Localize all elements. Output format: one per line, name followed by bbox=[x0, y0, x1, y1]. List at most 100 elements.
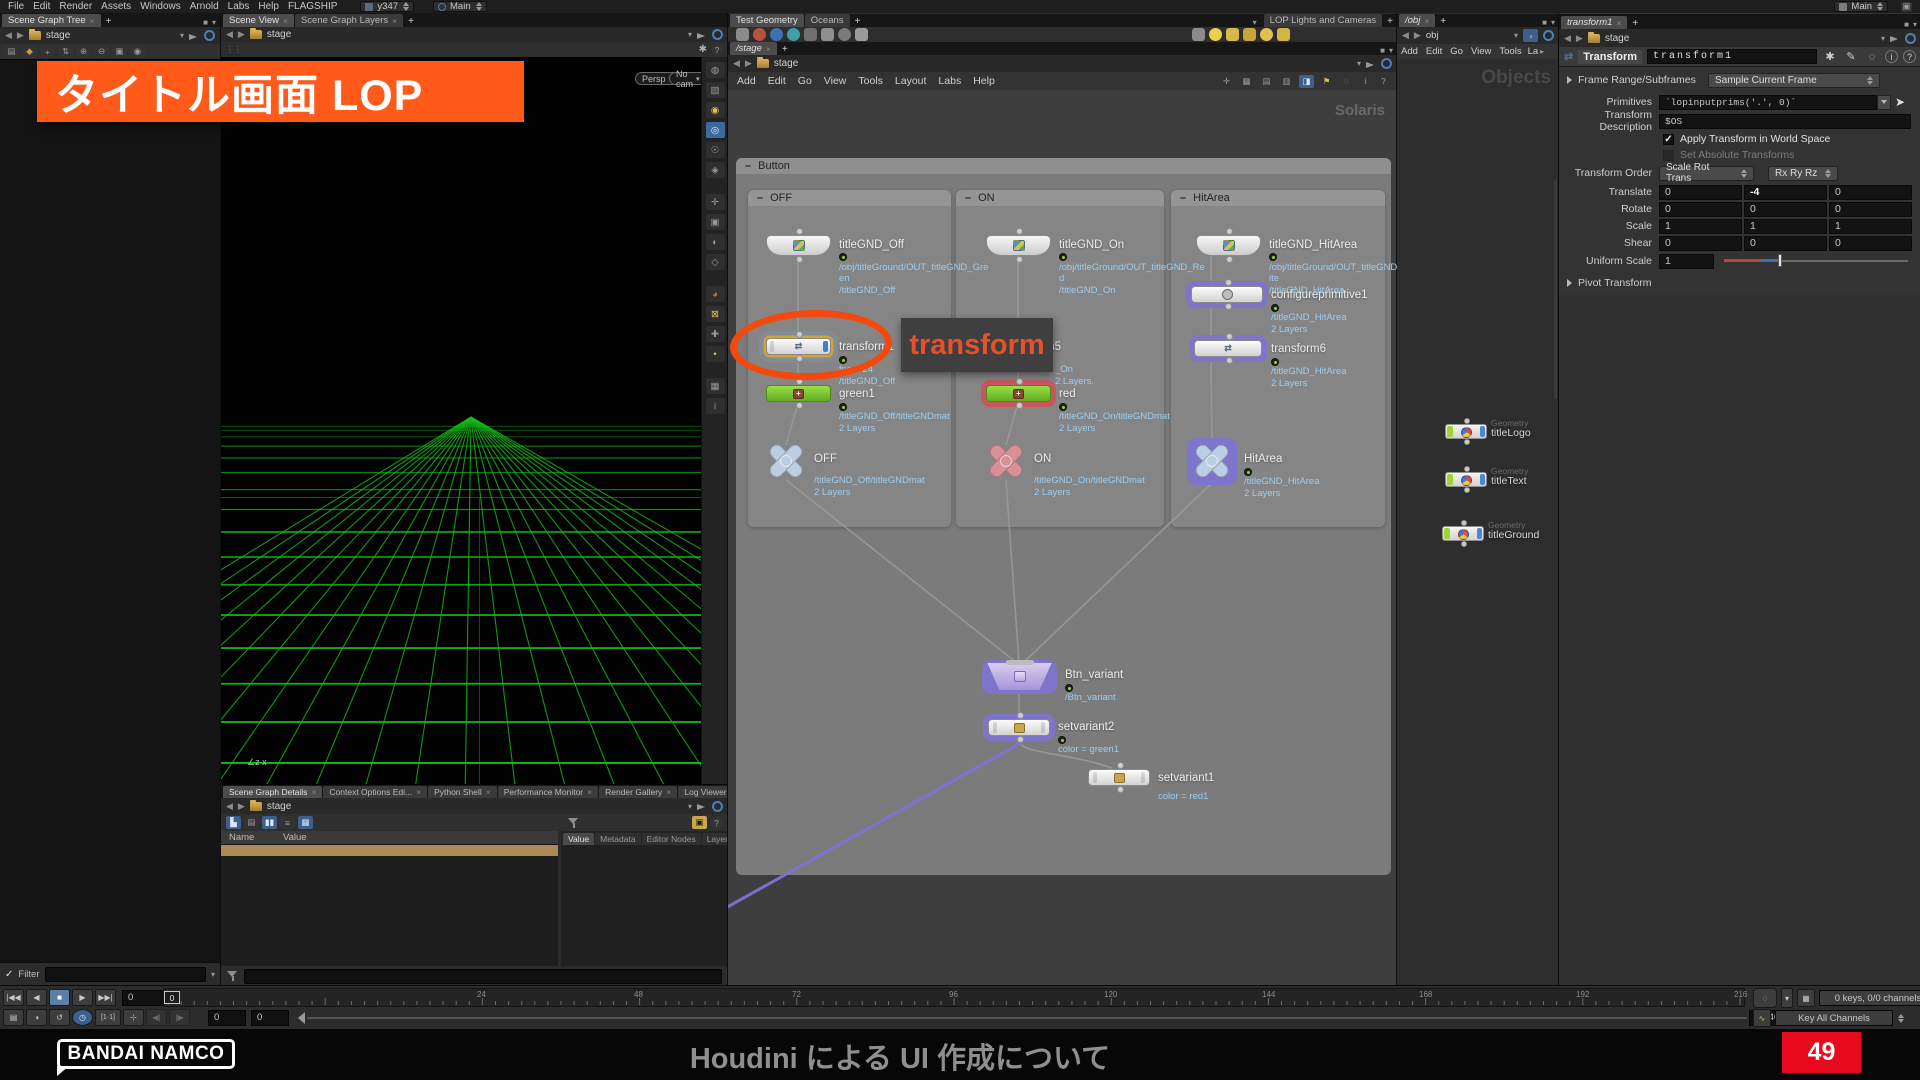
color-palette-icon[interactable]: ◑ bbox=[1523, 29, 1538, 42]
node-label[interactable]: titleGND_Off bbox=[839, 239, 904, 251]
shelf-tool-box-icon[interactable] bbox=[736, 28, 749, 41]
key-all-channels-button[interactable]: Key All Channels bbox=[1775, 1010, 1893, 1026]
shelf-skylight-icon[interactable] bbox=[1226, 28, 1239, 41]
drag-handle-icon[interactable]: ⋮⋮ bbox=[226, 45, 242, 54]
output-flag-badge[interactable] bbox=[1271, 358, 1279, 366]
shelf-light-select-icon[interactable] bbox=[1192, 28, 1205, 41]
tab-test-geometry[interactable]: Test Geometry bbox=[730, 14, 804, 27]
output-flag-badge[interactable] bbox=[839, 403, 847, 411]
timeline-ruler[interactable]: 24 48 72 96 120 144 168 192 216 240 0 bbox=[163, 988, 1902, 1007]
link-icon[interactable] bbox=[1381, 58, 1392, 69]
tab-stage-path[interactable]: /stage × bbox=[730, 42, 777, 55]
node-titlegnd-on[interactable] bbox=[986, 228, 1051, 263]
pane-tool-icon[interactable]: ▧ bbox=[705, 82, 725, 98]
xform-order-dropdown[interactable]: Scale Rot Trans bbox=[1659, 162, 1754, 184]
grid-toggle-icon[interactable]: ▦ bbox=[705, 378, 725, 394]
zoom-out-icon[interactable]: ⊖ bbox=[94, 45, 109, 58]
info-icon[interactable]: i bbox=[705, 398, 725, 414]
expand-icon[interactable]: + bbox=[40, 45, 55, 58]
info-icon[interactable]: i bbox=[1885, 50, 1898, 63]
pane-square-icon[interactable]: ■ bbox=[1542, 18, 1547, 27]
range-start2-field[interactable]: 0 bbox=[251, 1009, 289, 1026]
menu-tools[interactable]: Tools bbox=[852, 75, 889, 87]
next-key-button[interactable]: |▶ bbox=[169, 1009, 190, 1026]
node-label[interactable]: titleGND_HitArea bbox=[1269, 239, 1357, 251]
world-space-checkbox[interactable]: ✓ bbox=[1663, 133, 1674, 145]
zoom-in-icon[interactable]: ⊕ bbox=[76, 45, 91, 58]
link-icon[interactable] bbox=[712, 800, 723, 812]
node-label[interactable]: setvariant1 bbox=[1158, 772, 1214, 784]
param-label-primitives[interactable]: Primitives bbox=[1559, 96, 1659, 108]
breadcrumb-stage[interactable]: stage bbox=[267, 29, 291, 40]
camera-selector[interactable]: No cam ▾ bbox=[669, 69, 701, 89]
param-label-translate[interactable]: Translate bbox=[1559, 186, 1659, 198]
menu-more[interactable]: La bbox=[1526, 46, 1541, 57]
close-icon[interactable]: × bbox=[1616, 18, 1621, 28]
subtab-editor-nodes[interactable]: Editor Nodes bbox=[641, 833, 701, 845]
tree-view-icon[interactable]: ▙ bbox=[226, 816, 241, 829]
menu-help[interactable]: Help bbox=[258, 1, 279, 12]
shelf-tool-grid-icon[interactable] bbox=[804, 28, 817, 41]
list-view-icon[interactable]: ▤ bbox=[244, 816, 259, 829]
node-label[interactable]: ON bbox=[1034, 453, 1051, 465]
help-icon[interactable]: ? bbox=[1377, 74, 1390, 88]
tab-scene-graph-layers[interactable]: Scene Graph Layers × bbox=[294, 14, 404, 27]
add-tab-icon[interactable]: + bbox=[102, 16, 116, 27]
shade-icon[interactable]: ◐ bbox=[705, 234, 725, 250]
output-flag-badge[interactable] bbox=[1269, 253, 1277, 261]
output-flag-badge[interactable] bbox=[1065, 684, 1073, 692]
param-label-pivot[interactable]: Pivot Transform bbox=[1578, 277, 1652, 289]
objects-canvas[interactable]: Objects Geometry titleLogo Geometry titl… bbox=[1397, 59, 1559, 985]
keys-scope-icon[interactable]: ▦ bbox=[1797, 989, 1815, 1007]
view-tool-icon[interactable]: ◍ bbox=[705, 62, 725, 78]
prim-icon[interactable]: ◆ bbox=[22, 45, 37, 58]
breadcrumb-stage[interactable]: stage bbox=[774, 58, 798, 69]
menu-add[interactable]: Add bbox=[731, 75, 762, 87]
help-icon[interactable]: ? bbox=[711, 43, 723, 56]
rot-order-dropdown[interactable]: Rx Ry Rz bbox=[1768, 165, 1838, 181]
back-icon[interactable]: ◀ bbox=[5, 30, 12, 41]
node-titlelogo[interactable] bbox=[1445, 418, 1487, 445]
viewport-3d[interactable]: Persp▾ No cam▾ ∠z x bbox=[221, 57, 701, 784]
tree-collapse-icon[interactable]: ▤ bbox=[4, 45, 19, 58]
locator-icon[interactable]: ☉ bbox=[705, 142, 725, 158]
shelf-tool-rubbertoy-icon[interactable] bbox=[753, 28, 766, 41]
stop-button[interactable]: ■ bbox=[49, 989, 70, 1006]
pane-square-icon[interactable]: ■ bbox=[203, 18, 208, 27]
node-label[interactable]: green1 bbox=[839, 388, 875, 400]
audio-icon[interactable]: ◑ bbox=[26, 1009, 47, 1026]
light-icon[interactable]: ◉ bbox=[705, 102, 725, 118]
primitives-field[interactable]: `lopinputprims('.', 0)` bbox=[1659, 94, 1877, 110]
jump-start-button[interactable]: |◀◀ bbox=[3, 989, 24, 1006]
camera-icon[interactable]: ▣ bbox=[112, 45, 127, 58]
menu-labs[interactable]: Labs bbox=[228, 1, 250, 12]
menu-flagship[interactable]: FLAGSHIP bbox=[288, 1, 337, 12]
node-hitarea-null[interactable] bbox=[1192, 441, 1232, 481]
link-icon[interactable] bbox=[712, 29, 723, 40]
current-frame-field[interactable]: 0 bbox=[122, 989, 164, 1006]
chevron-down-icon[interactable]: ▾ bbox=[211, 970, 215, 979]
uniform-scale-slider[interactable] bbox=[1724, 254, 1908, 267]
network-canvas[interactable]: Solaris – Button – OFF – ON – HitArea ti… bbox=[728, 90, 1397, 985]
menu-assets[interactable]: Assets bbox=[101, 1, 131, 12]
node-green1[interactable]: + bbox=[766, 378, 831, 409]
menu-edit[interactable]: Edit bbox=[33, 1, 50, 12]
keyframe-icon[interactable]: ⊹ bbox=[123, 1009, 144, 1026]
shelf-tool-figure-icon[interactable] bbox=[855, 28, 868, 41]
menu-arnold[interactable]: Arnold bbox=[190, 1, 219, 12]
tab-performance-monitor[interactable]: Performance Monitor × bbox=[497, 786, 599, 798]
range-handle-icon[interactable] bbox=[297, 1011, 305, 1024]
collapse-arrow-icon[interactable] bbox=[1567, 279, 1572, 287]
node-label[interactable]: setvariant2 bbox=[1058, 721, 1114, 733]
node-configureprimitive1[interactable] bbox=[1191, 279, 1263, 310]
channels-icon[interactable]: ∿ bbox=[1753, 1009, 1771, 1027]
subtab-value[interactable]: Value bbox=[563, 833, 595, 845]
node-titlegnd-off[interactable] bbox=[766, 228, 831, 263]
close-icon[interactable]: × bbox=[666, 787, 671, 797]
realtime-toggle-icon[interactable]: ◷ bbox=[72, 1009, 93, 1026]
details-value-body[interactable] bbox=[561, 845, 728, 966]
shelf-tool-tommy-icon[interactable] bbox=[821, 28, 834, 41]
node-titlegnd-hitarea[interactable] bbox=[1196, 228, 1261, 263]
translate-z-field[interactable]: 0 bbox=[1829, 184, 1912, 200]
output-flag-badge[interactable] bbox=[1271, 304, 1279, 312]
